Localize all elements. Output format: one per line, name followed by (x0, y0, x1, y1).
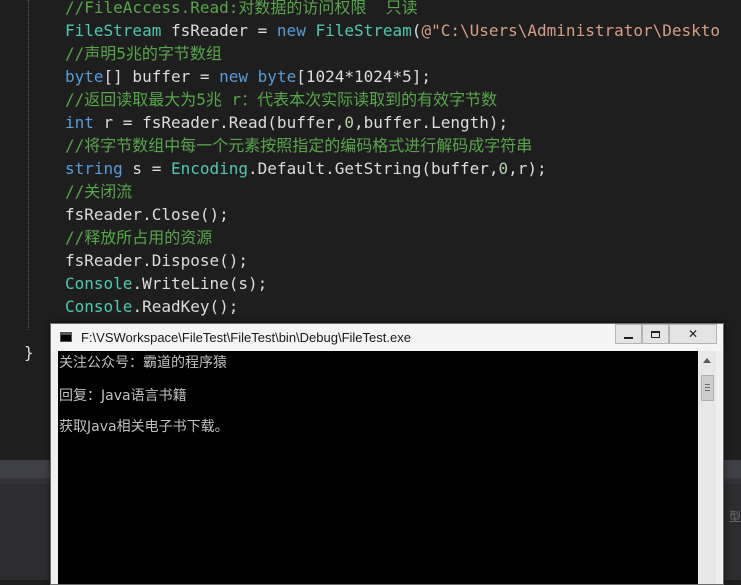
code-line[interactable]: fsReader.Close(); (65, 203, 229, 226)
code-token: @"C:\Users\Administrator\Deskto (421, 21, 721, 40)
code-token: 0 (344, 113, 354, 132)
code-line[interactable]: //将字节数组中每一个元素按照指定的编码格式进行解码成字符串 (65, 134, 532, 157)
code-line[interactable]: string s = Encoding.Default.GetString(bu… (65, 157, 547, 180)
console-output-area[interactable]: 关注公众号：霸道的程序猿 回复：Java语言书籍 获取Java相关电子书下载。 (58, 351, 698, 584)
code-token: Encoding (170, 159, 249, 178)
console-app-icon (60, 332, 72, 342)
code-line[interactable]: int r = fsReader.Read(buffer,0,buffer.Le… (65, 111, 508, 134)
minimize-button[interactable] (615, 324, 642, 344)
code-line[interactable]: fsReader.Dispose(); (65, 249, 248, 272)
code-line[interactable]: Console.ReadKey(); (65, 295, 238, 318)
code-token: [] buffer = (103, 67, 220, 86)
code-token: //声明5兆的字节数组 (65, 44, 222, 63)
grip-line (705, 387, 710, 388)
code-token: string (65, 159, 123, 178)
grip-line (705, 390, 710, 391)
code-token: .Default.GetString(buffer, (248, 159, 499, 178)
code-token: //释放所占用的资源 (65, 228, 213, 247)
minimize-icon (624, 336, 633, 339)
code-line[interactable]: FileStream fsReader = new FileStream(@"C… (65, 19, 720, 42)
code-token: fsReader.Close(); (65, 205, 229, 224)
close-button[interactable]: ✕ (669, 324, 717, 344)
console-title: F:\VSWorkspace\FileTest\FileTest\bin\Deb… (81, 330, 411, 345)
console-window[interactable]: F:\VSWorkspace\FileTest\FileTest\bin\Deb… (50, 323, 724, 585)
code-token: byte (257, 67, 297, 86)
console-vertical-scrollbar[interactable] (699, 351, 716, 584)
code-token: .ReadKey(); (132, 297, 239, 316)
code-token: FileStream (315, 21, 412, 40)
grip-line (705, 384, 710, 385)
code-token: [1024*1024*5]; (296, 67, 432, 86)
code-token: 0 (498, 159, 509, 178)
indent-guide (28, 0, 29, 330)
code-line[interactable]: //关闭流 (65, 180, 132, 203)
code-token: Console (65, 274, 133, 293)
close-icon: ✕ (687, 327, 699, 341)
code-line[interactable]: //释放所占用的资源 (65, 226, 212, 249)
scroll-up-arrow-icon[interactable] (703, 358, 711, 363)
console-titlebar[interactable]: F:\VSWorkspace\FileTest\FileTest\bin\Deb… (51, 324, 723, 351)
code-token: //FileAccess.Read:对数据的访问权限 只读 (65, 0, 418, 17)
code-token: s = (122, 159, 171, 178)
scroll-thumb[interactable] (701, 375, 714, 401)
closing-brace: } (24, 343, 34, 362)
code-token: ,r); (508, 159, 547, 178)
code-token: ,buffer.Length); (354, 113, 509, 132)
code-token: //返回读取最大为5兆 r：代表本次实际读取到的有效字节数 (65, 90, 498, 109)
code-token: new (276, 21, 306, 40)
code-token: FileStream (65, 21, 162, 40)
maximize-icon (651, 330, 660, 338)
code-token: int (65, 113, 94, 132)
maximize-button[interactable] (642, 324, 669, 344)
code-token: //将字节数组中每一个元素按照指定的编码格式进行解码成字符串 (65, 136, 533, 155)
code-token: ( (411, 21, 422, 40)
code-line[interactable]: Console.WriteLine(s); (65, 272, 267, 295)
code-token: r = fsReader.Read(buffer, (93, 113, 345, 132)
code-token: new (219, 67, 249, 86)
code-token: fsReader.Dispose(); (65, 251, 249, 270)
console-output-line: 关注公众号：霸道的程序猿 (59, 355, 227, 371)
console-output-line: 回复：Java语言书籍 (59, 388, 187, 404)
code-token: byte (65, 67, 104, 86)
code-line[interactable]: byte[] buffer = new byte[1024*1024*5]; (65, 65, 431, 88)
code-line[interactable]: //返回读取最大为5兆 r：代表本次实际读取到的有效字节数 (65, 88, 497, 111)
code-token: fsReader = (161, 21, 277, 40)
console-output-line: 获取Java相关电子书下载。 (59, 419, 229, 435)
code-token: Console (65, 297, 133, 316)
code-line[interactable]: //声明5兆的字节数组 (65, 42, 222, 65)
code-token: //关闭流 (65, 182, 133, 201)
panel-edge-text: 型 (728, 510, 741, 524)
code-token: .WriteLine(s); (132, 274, 268, 293)
code-line[interactable]: //FileAccess.Read:对数据的访问权限 只读 (65, 0, 418, 19)
